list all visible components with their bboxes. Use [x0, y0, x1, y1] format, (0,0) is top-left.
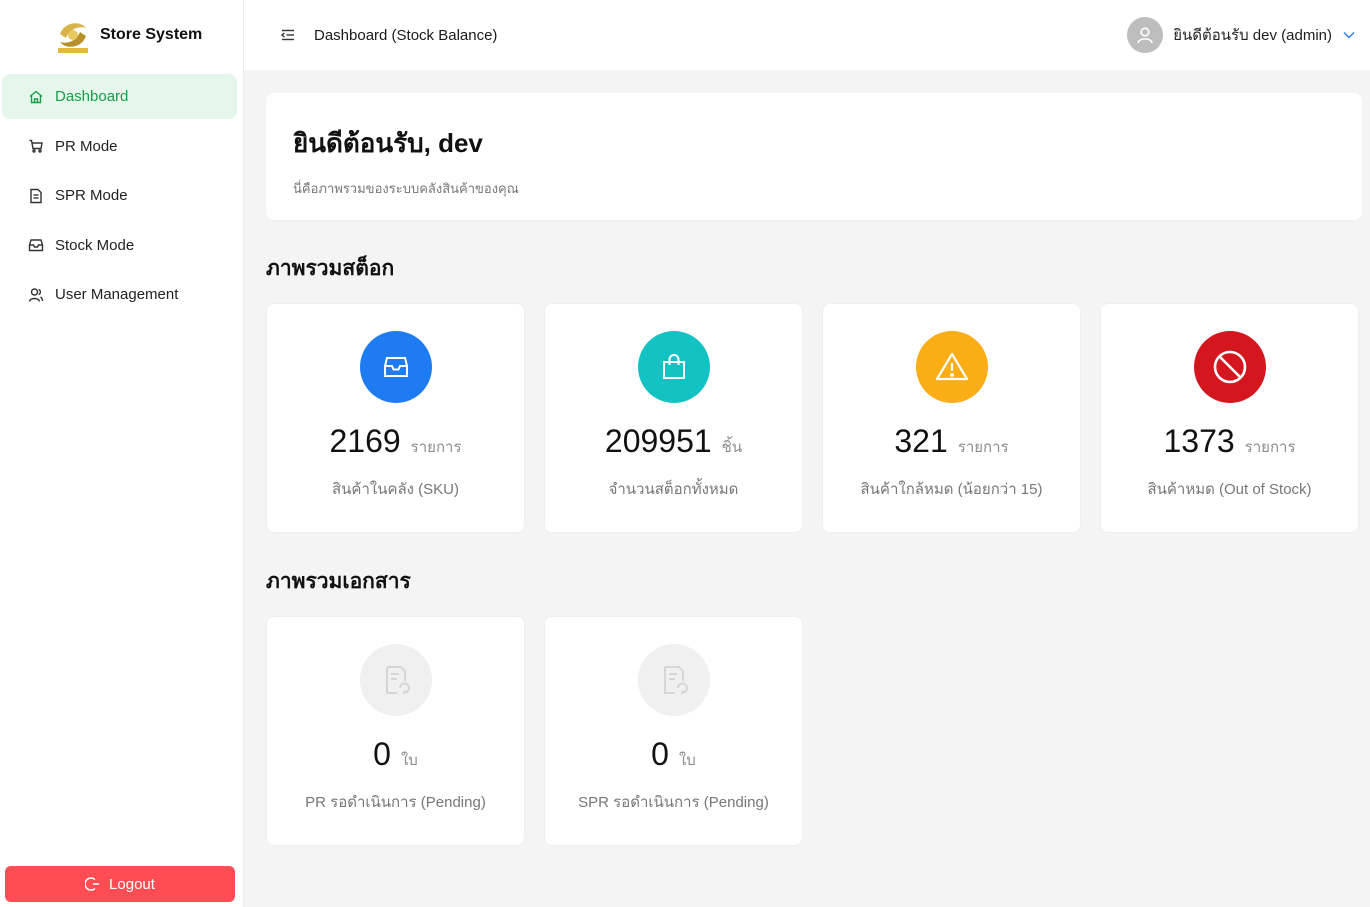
warning-icon — [915, 331, 988, 403]
stat-value: 321 รายการ — [894, 423, 1008, 460]
stat-label: สินค้าในคลัง (SKU) — [332, 481, 459, 498]
logout-icon — [85, 877, 100, 891]
main-content: ยินดีต้อนรับ, dev นี่คือภาพรวมของระบบคลั… — [266, 93, 1362, 846]
stat-card-low-stock: 321 รายการ สินค้าใกล้หมด (น้อยกว่า 15) — [822, 303, 1081, 533]
logout-button[interactable]: Logout — [5, 866, 235, 902]
page-title: Dashboard (Stock Balance) — [314, 26, 498, 44]
brand: Store System — [0, 0, 243, 70]
stat-card-sku: 2169 รายการ สินค้าในคลัง (SKU) — [266, 303, 525, 533]
document-icon — [27, 187, 45, 205]
sidebar-item-dashboard[interactable]: Dashboard — [2, 74, 237, 119]
stat-label: สินค้าใกล้หมด (น้อยกว่า 15) — [860, 481, 1043, 498]
stat-number: 321 — [894, 423, 948, 459]
stat-unit: ใบ — [678, 752, 696, 769]
stock-cards: 2169 รายการ สินค้าในคลัง (SKU) 209951 ชิ… — [266, 303, 1362, 533]
stat-unit: รายการ — [957, 439, 1009, 456]
sidebar-item-label: User Management — [55, 286, 179, 303]
stat-unit: รายการ — [410, 439, 462, 456]
stat-label: SPR รอดำเนินการ (Pending) — [578, 794, 769, 811]
stat-card-total-stock: 209951 ชิ้น จำนวนสต็อกทั้งหมด — [544, 303, 803, 533]
doc-cards: 0 ใบ PR รอดำเนินการ (Pending) 0 ใบ SPR ร… — [266, 616, 1362, 846]
stat-label: PR รอดำเนินการ (Pending) — [305, 794, 486, 811]
logout-label: Logout — [109, 875, 155, 893]
shopping-bag-icon — [637, 331, 710, 403]
stat-value: 1373 รายการ — [1163, 423, 1295, 460]
stat-value: 2169 รายการ — [329, 423, 461, 460]
inbox-icon — [27, 236, 45, 254]
user-icon — [1137, 27, 1154, 44]
welcome-card: ยินดีต้อนรับ, dev นี่คือภาพรวมของระบบคลั… — [266, 93, 1362, 220]
app: Store System Dashboard PR Mode SPR Mode … — [0, 0, 1370, 907]
user-menu[interactable]: ยินดีต้อนรับ dev (admin) — [1127, 17, 1356, 53]
stat-number: 2169 — [329, 423, 401, 459]
sidebar-item-spr-mode[interactable]: SPR Mode — [2, 173, 237, 218]
user-greeting: ยินดีต้อนรับ dev (admin) — [1173, 27, 1332, 44]
sidebar-item-label: Dashboard — [55, 88, 129, 105]
stat-value: 209951 ชิ้น — [605, 423, 742, 460]
sidebar-item-stock-mode[interactable]: Stock Mode — [2, 223, 237, 268]
cart-icon — [27, 137, 45, 155]
stat-card-spr-pending: 0 ใบ SPR รอดำเนินการ (Pending) — [544, 616, 803, 846]
stat-number: 0 — [373, 736, 391, 772]
sidebar-item-label: SPR Mode — [55, 187, 128, 204]
sidebar-item-user-management[interactable]: User Management — [2, 272, 237, 317]
brand-name: Store System — [100, 26, 203, 43]
sidebar-item-label: Stock Mode — [55, 236, 135, 254]
stat-value: 0 ใบ — [651, 736, 696, 773]
logo-icon — [58, 23, 88, 53]
sidebar-item-label: PR Mode — [55, 137, 118, 155]
welcome-subtitle: นี่คือภาพรวมของระบบคลังสินค้าของคุณ — [293, 181, 519, 196]
stat-label: สินค้าหมด (Out of Stock) — [1147, 481, 1312, 498]
stop-icon — [1193, 331, 1266, 403]
document-sync-icon — [637, 644, 710, 716]
home-icon — [27, 88, 45, 106]
stat-card-pr-pending: 0 ใบ PR รอดำเนินการ (Pending) — [266, 616, 525, 846]
stat-unit: ใบ — [400, 752, 418, 769]
inbox-icon — [359, 331, 432, 403]
sidebar-item-pr-mode[interactable]: PR Mode — [2, 124, 237, 169]
sidebar: Store System Dashboard PR Mode SPR Mode … — [0, 0, 244, 907]
stat-card-out-of-stock: 1373 รายการ สินค้าหมด (Out of Stock) — [1100, 303, 1359, 533]
users-icon — [27, 286, 45, 304]
chevron-down-icon — [1343, 32, 1355, 39]
stat-unit: ชิ้น — [721, 439, 743, 456]
stat-number: 209951 — [604, 423, 712, 459]
welcome-title: ยินดีต้อนรับ, dev — [293, 128, 483, 158]
docs-section-title: ภาพรวมเอกสาร — [266, 570, 411, 593]
stock-section-title: ภาพรวมสต็อก — [266, 257, 395, 280]
stat-number: 0 — [651, 736, 669, 772]
sidebar-nav: Dashboard PR Mode SPR Mode Stock Mode Us… — [0, 70, 243, 317]
stat-value: 0 ใบ — [373, 736, 418, 773]
menu-fold-icon[interactable] — [280, 27, 296, 43]
stat-unit: รายการ — [1244, 439, 1296, 456]
stat-label: จำนวนสต็อกทั้งหมด — [608, 481, 739, 498]
top-header: Dashboard (Stock Balance) ยินดีต้อนรับ d… — [244, 0, 1370, 70]
stat-number: 1373 — [1163, 423, 1235, 459]
document-sync-icon — [359, 644, 432, 716]
avatar — [1127, 17, 1164, 53]
